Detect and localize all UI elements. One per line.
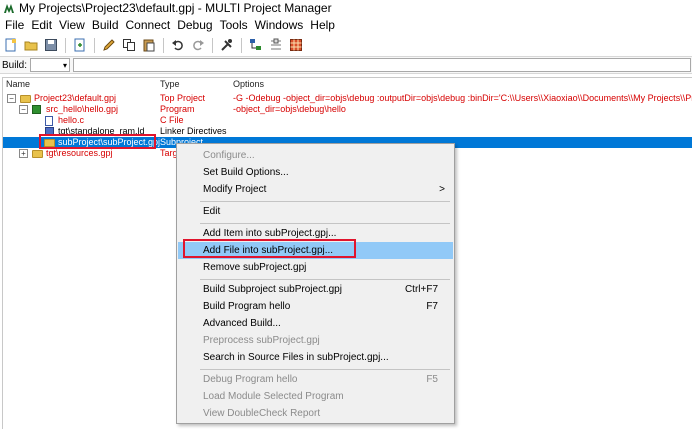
menu-item-view-doublecheck[interactable]: View DoubleCheck Report [178, 405, 453, 422]
menu-item-search-source[interactable]: Search in Source Files in subProject.gpj… [178, 349, 453, 366]
edit-icon[interactable] [100, 36, 118, 54]
folder-icon [32, 150, 43, 158]
shortcut-label: F5 [426, 374, 438, 385]
menu-help[interactable]: Help [308, 18, 340, 32]
expand-icon[interactable]: + [19, 149, 28, 158]
menu-bar: File Edit View Build Connect Debug Tools… [0, 16, 692, 34]
new-icon[interactable] [2, 36, 20, 54]
tree-item-type: Program [160, 104, 195, 114]
menu-connect[interactable]: Connect [124, 18, 176, 32]
window-title: My Projects\Project23\default.gpj - MULT… [19, 1, 332, 15]
menu-separator [200, 369, 450, 370]
build-icon[interactable] [218, 36, 236, 54]
menu-edit[interactable]: Edit [29, 18, 57, 32]
menu-item-debug-program[interactable]: Debug Program hello F5 [178, 371, 453, 388]
shortcut-label: F7 [426, 301, 438, 312]
undo-icon[interactable] [169, 36, 187, 54]
menu-build[interactable]: Build [90, 18, 124, 32]
toolbar-separator [212, 37, 213, 53]
annotation-highlight-subproject [39, 134, 156, 149]
copy-icon[interactable] [120, 36, 138, 54]
tree-item-name: src_hello\hello.gpj [46, 104, 119, 114]
toolbar-separator [241, 37, 242, 53]
open-icon[interactable] [22, 36, 40, 54]
build-config-select[interactable]: ▾ [30, 58, 71, 72]
column-header-type[interactable]: Type [160, 79, 180, 89]
paste-icon[interactable] [140, 36, 158, 54]
grid-icon[interactable] [287, 36, 305, 54]
collapse-icon[interactable]: − [19, 105, 28, 114]
save-icon[interactable] [42, 36, 60, 54]
menu-item-set-build-options[interactable]: Set Build Options... [178, 164, 453, 181]
toolbar-separator [65, 37, 66, 53]
tree-row-top-project[interactable]: − Project23\default.gpj Top Project -G -… [3, 93, 692, 104]
multi-app-icon [3, 2, 15, 14]
chevron-down-icon: ▾ [63, 60, 68, 70]
shortcut-label: Ctrl+F7 [404, 284, 438, 295]
toolbar-separator [94, 37, 95, 53]
toolbar [0, 35, 692, 55]
submenu-arrow-icon: > [439, 184, 445, 195]
tree-item-options: -object_dir=objs\debug\hello [233, 104, 346, 114]
tree-item-type: C File [160, 115, 184, 125]
annotation-highlight-add-file [183, 239, 356, 258]
tree-item-options: -G -Odebug -object_dir=objs\debug :outpu… [233, 93, 692, 103]
menu-tools[interactable]: Tools [218, 18, 253, 32]
menu-windows[interactable]: Windows [253, 18, 309, 32]
build-label: Build: [2, 59, 28, 71]
tree-item-type: Targ [160, 148, 178, 158]
build-bar: Build: ▾ [0, 56, 692, 74]
menu-debug[interactable]: Debug [175, 18, 217, 32]
menu-separator [200, 279, 450, 280]
menu-item-advanced-build[interactable]: Advanced Build... [178, 315, 453, 332]
collapse-icon[interactable]: − [7, 94, 16, 103]
context-menu: Configure... Set Build Options... Modify… [176, 143, 455, 424]
column-header-options[interactable]: Options [233, 79, 264, 89]
folder-icon [20, 95, 31, 103]
menu-item-configure[interactable]: Configure... [178, 147, 453, 164]
build-input[interactable] [73, 58, 691, 72]
menu-item-build-subproject[interactable]: Build Subproject subProject.gpj Ctrl+F7 [178, 281, 453, 298]
c-file-icon [45, 116, 53, 126]
tree-item-name: tgt\resources.gpj [46, 148, 113, 158]
menu-item-preprocess[interactable]: Preprocess subProject.gpj [178, 332, 453, 349]
tree-icon[interactable] [247, 36, 265, 54]
menu-item-edit[interactable]: Edit [178, 203, 453, 220]
column-headers: Name Type Options [3, 78, 692, 90]
menu-separator [200, 201, 450, 202]
column-header-name[interactable]: Name [6, 79, 30, 89]
menu-item-modify-project[interactable]: Modify Project > [178, 181, 453, 198]
checklist-icon[interactable] [267, 36, 285, 54]
menu-separator [200, 223, 450, 224]
menu-item-build-program[interactable]: Build Program hello F7 [178, 298, 453, 315]
toolbar-separator [163, 37, 164, 53]
program-icon [32, 105, 41, 114]
menu-file[interactable]: File [3, 18, 29, 32]
tree-row-c-file[interactable]: hello.c C File [3, 115, 692, 126]
menu-item-remove-subproject[interactable]: Remove subProject.gpj [178, 259, 453, 276]
title-bar: My Projects\Project23\default.gpj - MULT… [0, 0, 692, 16]
tree-item-name: hello.c [58, 115, 85, 125]
add-file-icon[interactable] [71, 36, 89, 54]
tree-row-program[interactable]: − src_hello\hello.gpj Program -object_di… [3, 104, 692, 115]
menu-view[interactable]: View [57, 18, 90, 32]
redo-icon[interactable] [189, 36, 207, 54]
tree-item-type: Top Project [160, 93, 206, 103]
tree-item-type: Linker Directives [160, 126, 227, 136]
menu-item-load-module[interactable]: Load Module Selected Program [178, 388, 453, 405]
tree-item-name: Project23\default.gpj [34, 93, 117, 103]
